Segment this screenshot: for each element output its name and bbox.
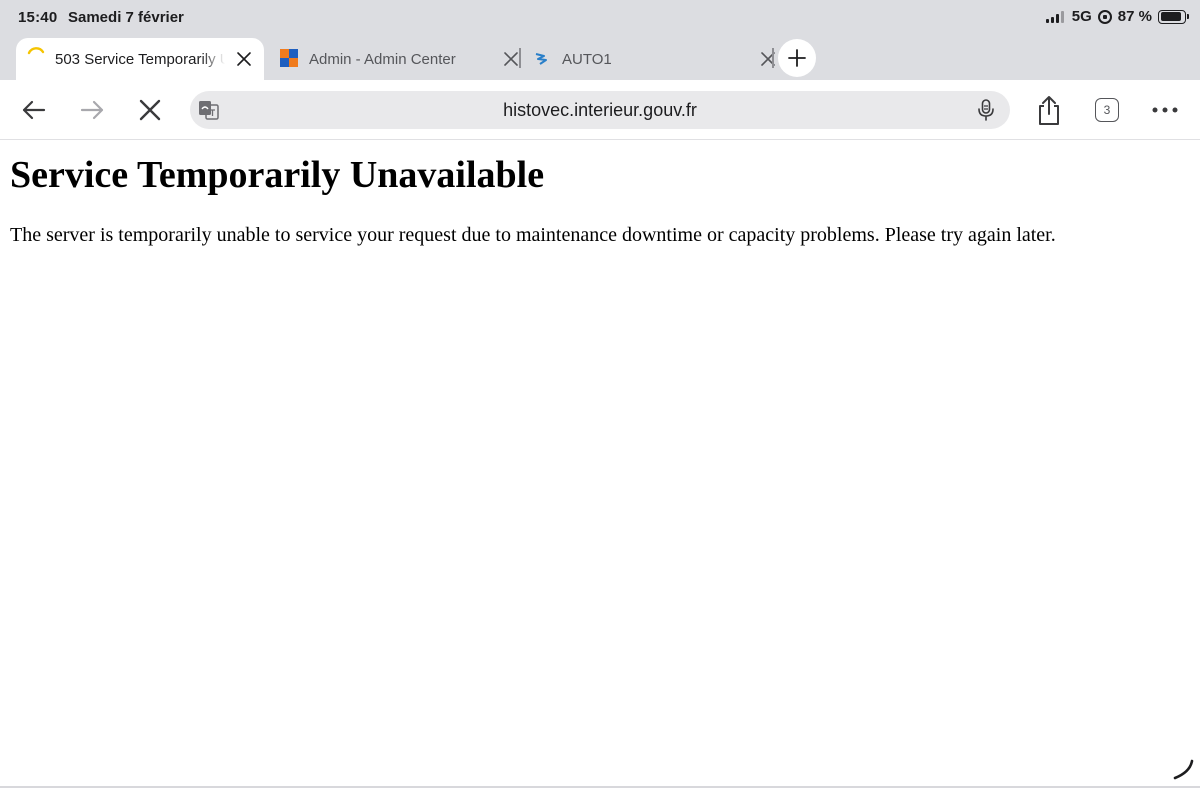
cellular-signal-icon	[1045, 10, 1064, 23]
admin-center-favicon	[280, 49, 298, 67]
stop-loading-icon[interactable]	[136, 96, 164, 124]
forward-arrow-icon[interactable]	[78, 96, 106, 124]
loading-spinner-icon	[27, 47, 45, 55]
battery-fill	[1160, 12, 1181, 21]
tab-admin-center[interactable]: Admin - Admin Center	[278, 38, 521, 80]
page-heading: Service Temporarily Unavailable	[10, 154, 545, 196]
back-arrow-icon[interactable]	[20, 96, 48, 124]
tab-title: Admin - Admin Center	[309, 50, 456, 68]
status-bar: 15:40 Samedi 7 février 5G 87 %	[0, 0, 1200, 34]
browser-toolbar: histovec.interieur.gouv.fr	[0, 80, 1200, 140]
tab-503-service[interactable]: 503 Service Temporarily Unavailable	[16, 38, 264, 80]
more-options-icon[interactable]	[1151, 104, 1179, 116]
share-icon[interactable]	[1035, 94, 1063, 126]
address-bar[interactable]: histovec.interieur.gouv.fr	[190, 91, 1010, 129]
url-text: histovec.interieur.gouv.fr	[503, 100, 697, 120]
page-message: The server is temporarily unable to serv…	[10, 224, 1056, 246]
status-date: Samedi 7 février	[68, 9, 184, 26]
tab-auto1[interactable]: AUTO1	[531, 38, 778, 80]
rotation-lock-icon	[1097, 9, 1112, 24]
plus-icon	[788, 49, 806, 67]
battery-percentage: 87 %	[1117, 8, 1152, 25]
tab-separator	[519, 48, 521, 68]
tab-strip: 503 Service Temporarily Unavailable Admi…	[16, 38, 836, 80]
close-tab-icon[interactable]	[501, 49, 521, 69]
page-content: Service Temporarily Unavailable The serv…	[0, 141, 1200, 788]
tab-title: 503 Service Temporarily Unavailable	[55, 50, 225, 68]
new-tab-button[interactable]	[778, 39, 816, 77]
status-time: 15:40	[18, 9, 58, 26]
network-type: 5G	[1071, 8, 1092, 25]
auto1-favicon	[535, 53, 547, 65]
scroll-indicator-icon	[1173, 759, 1194, 780]
tab-title: AUTO1	[562, 50, 612, 68]
status-indicators: 5G 87 %	[1045, 8, 1189, 25]
close-tab-icon[interactable]	[234, 49, 254, 69]
close-tab-icon[interactable]	[758, 49, 778, 69]
battery-icon	[1158, 9, 1189, 24]
microphone-icon[interactable]	[974, 98, 998, 122]
tab-separator	[772, 48, 774, 68]
tab-count-label: 3	[1103, 103, 1111, 117]
tab-count-button[interactable]: 3	[1095, 98, 1119, 122]
